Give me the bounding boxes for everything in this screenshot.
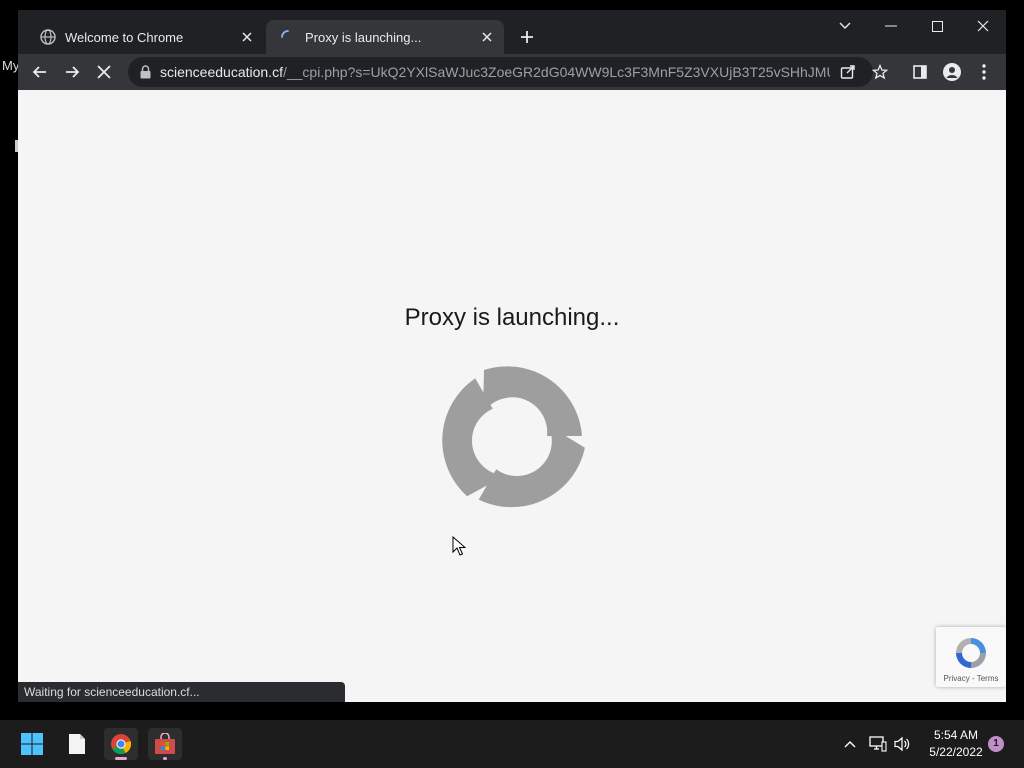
minimize-button[interactable] — [871, 14, 911, 38]
bookmark-button[interactable] — [866, 58, 894, 86]
taskbar-store-button[interactable] — [148, 728, 182, 760]
back-button[interactable] — [26, 58, 54, 86]
menu-button[interactable] — [970, 58, 998, 86]
mouse-cursor-icon — [452, 536, 466, 556]
recaptcha-links: Privacy - Terms — [936, 674, 1006, 683]
privacy-link[interactable]: Privacy — [944, 674, 970, 683]
tab-search-button[interactable] — [825, 14, 865, 38]
chrome-icon — [111, 734, 132, 755]
url-text: scienceeducation.cf/__cpi.php?s=UkQ2YXlS… — [160, 64, 830, 80]
close-tab-icon[interactable] — [236, 26, 258, 48]
globe-icon — [40, 29, 56, 45]
close-icon — [977, 20, 989, 32]
taskbar: 5:54 AM 5/22/2022 1 — [0, 720, 1024, 768]
new-tab-button[interactable] — [516, 26, 538, 48]
url-host: scienceeducation.cf — [160, 64, 283, 80]
stop-icon — [97, 65, 111, 79]
clock-time: 5:54 AM — [933, 728, 979, 742]
forward-button[interactable] — [58, 58, 86, 86]
clock-date: 5/22/2022 — [929, 745, 983, 759]
share-icon — [840, 65, 855, 79]
avatar-icon — [943, 63, 961, 81]
tab-title: Welcome to Chrome — [65, 29, 184, 45]
recaptcha-logo-icon — [956, 638, 986, 668]
star-icon — [872, 64, 888, 80]
terms-link[interactable]: Terms — [977, 674, 999, 683]
document-icon — [69, 734, 85, 754]
network-button[interactable] — [866, 728, 890, 760]
taskbar-clock[interactable]: 5:54 AM 5/22/2022 — [916, 727, 996, 761]
taskbar-file-button[interactable] — [60, 728, 94, 760]
link-separator: - — [969, 674, 977, 683]
maximize-button[interactable] — [917, 14, 957, 38]
show-hidden-icons-button[interactable] — [838, 728, 862, 760]
page-headline: Proxy is launching... — [404, 304, 620, 331]
arrow-right-icon — [66, 66, 80, 78]
maximize-icon — [931, 20, 943, 32]
side-panel-icon — [913, 65, 927, 79]
close-tab-icon[interactable] — [476, 26, 498, 48]
side-panel-button[interactable] — [906, 58, 934, 86]
status-bubble: Waiting for scienceeducation.cf... — [18, 682, 345, 702]
profile-button[interactable] — [938, 58, 966, 86]
volume-button[interactable] — [890, 728, 914, 760]
lock-icon[interactable] — [140, 65, 152, 79]
microsoft-store-icon — [155, 733, 175, 754]
loading-spinner-icon — [442, 366, 585, 508]
url-path: /__cpi.php?s=UkQ2YXlSaWJuc3ZoeGR2dG04WW9… — [282, 64, 830, 80]
browser-toolbar: scienceeducation.cf/__cpi.php?s=UkQ2YXlS… — [18, 54, 1006, 90]
stop-loading-button[interactable] — [90, 58, 118, 86]
minimize-icon — [885, 25, 897, 27]
chrome-window: Welcome to Chrome Proxy is launching... — [18, 10, 1006, 702]
plus-icon — [521, 31, 533, 43]
tab-strip: Welcome to Chrome Proxy is launching... — [18, 10, 1006, 54]
close-window-button[interactable] — [963, 14, 1003, 38]
recaptcha-badge[interactable]: Privacy - Terms — [936, 627, 1006, 687]
arrow-left-icon — [32, 66, 46, 78]
network-icon — [869, 736, 887, 752]
tab-proxy[interactable]: Proxy is launching... — [266, 20, 504, 54]
tab-title: Proxy is launching... — [305, 29, 422, 45]
speaker-icon — [894, 736, 910, 752]
running-indicator — [163, 757, 167, 760]
running-indicator — [115, 757, 127, 760]
loading-spinner-icon — [280, 29, 296, 45]
windows-logo-icon — [21, 733, 43, 755]
taskbar-chrome-button[interactable] — [104, 728, 138, 760]
desktop-icon-label: My — [2, 58, 20, 73]
share-button[interactable] — [834, 58, 862, 86]
chevron-down-icon — [839, 22, 851, 29]
chevron-up-icon — [844, 741, 856, 748]
start-button[interactable] — [15, 728, 49, 760]
address-bar[interactable]: scienceeducation.cf/__cpi.php?s=UkQ2YXlS… — [128, 57, 873, 87]
kebab-menu-icon — [982, 64, 986, 80]
page-content: Proxy is launching... Waiting for scienc… — [18, 90, 1006, 702]
tab-welcome[interactable]: Welcome to Chrome — [26, 20, 264, 54]
notification-badge[interactable]: 1 — [988, 736, 1004, 752]
